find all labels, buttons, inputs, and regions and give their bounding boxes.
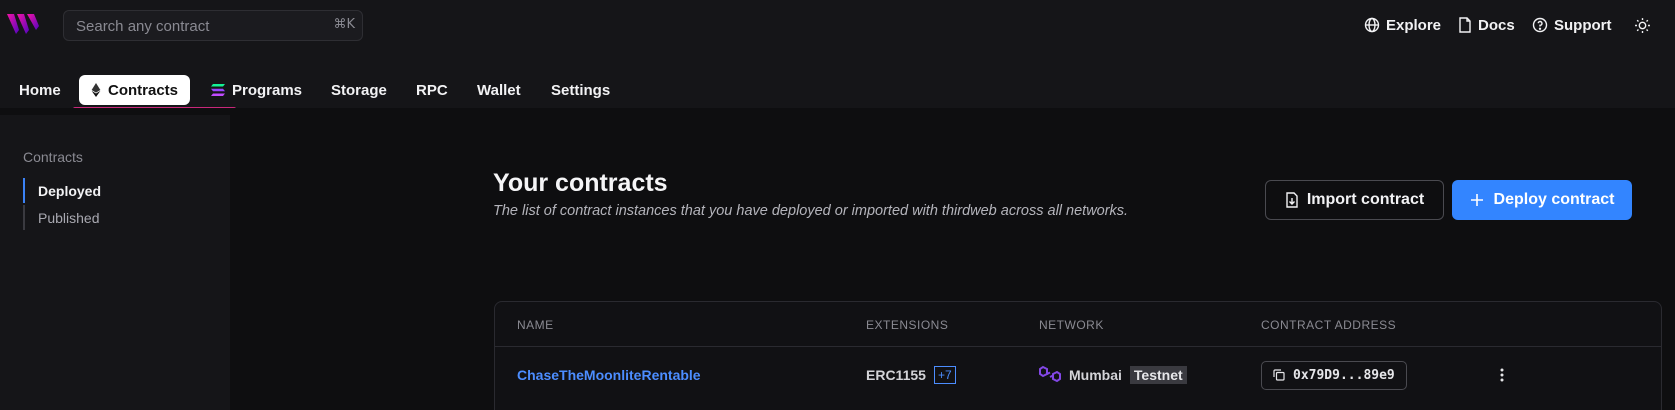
tab-programs-label: Programs <box>232 81 303 99</box>
sidebar: Contracts Deployed Published <box>0 115 230 410</box>
support-label: Support <box>1554 16 1612 34</box>
tab-storage[interactable]: Storage <box>331 75 387 105</box>
copy-icon <box>1273 369 1285 381</box>
network-name: Mumbai <box>1069 367 1122 383</box>
deploy-contract-button[interactable]: Deploy contract <box>1452 180 1632 220</box>
sidebar-item-deployed[interactable]: Deployed <box>23 178 143 203</box>
contracts-table: NAME EXTENSIONS NETWORK CONTRACT ADDRESS… <box>494 301 1662 410</box>
deploy-contract-label: Deploy contract <box>1493 191 1615 208</box>
sidebar-item-label: Deployed <box>38 182 102 199</box>
top-bar: ⌘K Explore Docs Support <box>0 0 1675 50</box>
contract-name-link[interactable]: ChaseTheMoonliteRentable <box>517 367 701 383</box>
tab-home-label: Home <box>19 81 61 99</box>
header-divider <box>0 108 1675 115</box>
tab-wallet[interactable]: Wallet <box>477 75 521 105</box>
sidebar-item-published[interactable]: Published <box>23 205 143 230</box>
tab-settings-label: Settings <box>551 81 611 99</box>
main-content: Your contracts The list of contract inst… <box>230 115 1675 410</box>
support-link[interactable]: Support <box>1532 14 1612 36</box>
sidebar-title: Contracts <box>23 149 83 165</box>
thirdweb-logo-icon[interactable] <box>6 12 46 36</box>
page-subtitle: The list of contract instances that you … <box>493 203 1129 219</box>
column-header-name: NAME <box>517 318 554 332</box>
globe-icon <box>1364 17 1380 33</box>
extension-more-badge[interactable]: +7 <box>933 366 956 384</box>
table-header: NAME EXTENSIONS NETWORK CONTRACT ADDRESS <box>495 302 1661 347</box>
tab-contracts[interactable]: Contracts <box>79 75 191 105</box>
plus-icon <box>1470 194 1483 206</box>
search-box[interactable]: ⌘K <box>63 10 363 41</box>
solana-icon <box>211 84 225 96</box>
extension-name: ERC1155 <box>866 367 926 383</box>
file-icon <box>1459 17 1471 33</box>
tab-wallet-label: Wallet <box>477 81 521 99</box>
tab-rpc-label: RPC <box>416 81 448 99</box>
page-title: Your contracts <box>493 169 668 197</box>
tab-programs[interactable]: Programs <box>211 75 302 105</box>
column-header-network: NETWORK <box>1039 318 1104 332</box>
tab-contracts-label: Contracts <box>108 81 179 99</box>
file-import-icon <box>1286 192 1298 208</box>
search-shortcut: ⌘K <box>333 17 355 32</box>
column-header-address: CONTRACT ADDRESS <box>1261 318 1397 332</box>
more-vertical-icon[interactable] <box>1495 367 1509 383</box>
table-row[interactable]: ChaseTheMoonliteRentable ERC1155 +7 Mumb… <box>495 347 1661 403</box>
testnet-badge: Testnet <box>1129 366 1187 384</box>
docs-label: Docs <box>1478 16 1515 34</box>
sidebar-item-label: Published <box>38 209 100 226</box>
theme-toggle[interactable] <box>1634 14 1651 36</box>
import-contract-label: Import contract <box>1306 191 1425 208</box>
explore-label: Explore <box>1386 16 1442 34</box>
network-cell: Mumbai Testnet <box>1039 347 1187 403</box>
tab-settings[interactable]: Settings <box>551 75 610 105</box>
ethereum-icon <box>91 83 101 97</box>
tab-home[interactable]: Home <box>19 75 61 105</box>
copy-address-button[interactable]: 0x79D9...89e9 <box>1261 360 1407 390</box>
tab-rpc[interactable]: RPC <box>416 75 448 105</box>
extensions-cell: ERC1155 +7 <box>866 347 956 403</box>
polygon-icon <box>1039 365 1061 383</box>
address-cell: 0x79D9...89e9 <box>1261 347 1407 403</box>
contract-address: 0x79D9...89e9 <box>1293 367 1395 383</box>
sun-icon <box>1635 17 1650 33</box>
docs-link[interactable]: Docs <box>1458 14 1515 36</box>
column-header-extensions: EXTENSIONS <box>866 318 949 332</box>
import-contract-button[interactable]: Import contract <box>1265 180 1444 220</box>
help-circle-icon <box>1532 17 1548 33</box>
explore-link[interactable]: Explore <box>1364 14 1441 36</box>
tab-storage-label: Storage <box>331 81 387 99</box>
search-input[interactable] <box>76 16 316 36</box>
main-tabs: Home Contracts Programs Storage RPC Wall… <box>0 68 1675 111</box>
